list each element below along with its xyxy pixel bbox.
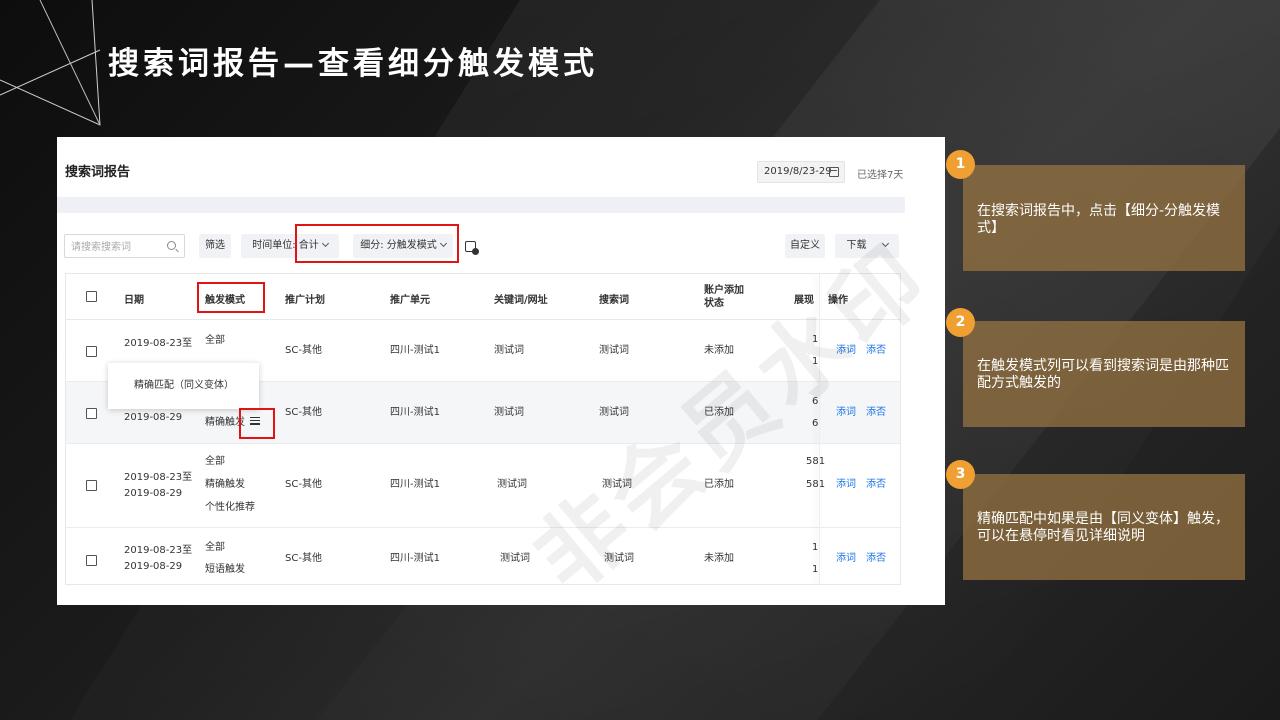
date-range-picker[interactable]: 2019/8/23-29 — [757, 161, 845, 183]
col-unit: 推广单元 — [390, 295, 430, 306]
col-account-status: 账户添加状态 — [704, 285, 744, 309]
add-negative-link[interactable]: 添否 — [866, 343, 886, 359]
download-dropdown[interactable]: 下载 — [835, 234, 899, 258]
row-date: 2019-08-29 — [124, 412, 183, 423]
custom-columns-button[interactable]: 自定义 — [785, 234, 825, 258]
row-impressions: 1 — [812, 542, 819, 553]
step-text: 在搜索词报告中，点击【细分-分触发模式】 — [977, 203, 1221, 236]
table-row: 2019-08-23至 2019-08-29 全部 短语触发 SC-其他 四川-… — [66, 528, 900, 584]
search-input[interactable] — [65, 236, 160, 259]
row-checkbox[interactable] — [86, 346, 97, 357]
row-impressions: 1 — [812, 564, 819, 575]
row-impressions: 1 — [812, 334, 819, 345]
filter-button-label: 筛选 — [205, 240, 225, 251]
report-table: 日期 触发模式 推广计划 推广单元 关键词/网址 搜索词 账户添加状态 展现 操… — [65, 273, 901, 585]
step-badge: 3 — [946, 460, 975, 489]
row-date: 2019-08-23至 2019-08-29 — [124, 545, 193, 572]
row-status: 未添加 — [704, 345, 734, 356]
row-search-term: 测试词 — [599, 407, 629, 418]
row-trigger-mode: 全部 — [205, 456, 225, 467]
report-screenshot: 搜索词报告 2019/8/23-29 已选择7天 筛选 时间单位: 合计 细分:… — [57, 137, 945, 605]
chevron-down-icon — [881, 239, 889, 248]
add-negative-link[interactable]: 添否 — [866, 405, 886, 421]
report-title: 搜索词报告 — [65, 165, 131, 180]
add-keyword-link[interactable]: 添词 — [836, 405, 856, 421]
select-all-checkbox[interactable] — [86, 291, 97, 302]
add-keyword-link[interactable]: 添词 — [836, 477, 856, 493]
calendar-icon — [829, 167, 839, 177]
col-impressions: 展现 — [794, 295, 814, 306]
row-unit: 四川-测试1 — [390, 479, 440, 490]
row-unit: 四川-测试1 — [390, 553, 440, 564]
row-date: 2019-08-23至 2019-08-29 — [124, 472, 193, 499]
col-actions: 操作 — [828, 295, 848, 306]
add-keyword-link[interactable]: 添词 — [836, 551, 856, 567]
row-unit: 四川-测试1 — [390, 345, 440, 356]
row-impressions: 1 — [812, 356, 819, 367]
row-unit: 四川-测试1 — [390, 407, 440, 418]
row-keyword: 测试词 — [497, 479, 527, 490]
table-row: 2019-08-23至 2019-08-29 全部 精确触发 个性化推荐 SC-… — [66, 444, 900, 528]
row-plan: SC-其他 — [285, 407, 322, 418]
row-plan: SC-其他 — [285, 479, 322, 490]
search-icon[interactable] — [167, 241, 176, 250]
highlight-box — [239, 408, 275, 439]
step-badge: 1 — [946, 150, 975, 179]
step-badge: 2 — [946, 308, 975, 337]
search-box[interactable] — [64, 234, 185, 259]
trigger-tooltip: 精确匹配（同义变体） — [108, 363, 259, 409]
row-keyword: 测试词 — [494, 407, 524, 418]
fixed-column-divider — [819, 274, 820, 584]
row-trigger-mode: 全部 — [205, 335, 225, 346]
col-plan: 推广计划 — [285, 295, 325, 306]
step-card: 在搜索词报告中，点击【细分-分触发模式】 — [963, 165, 1245, 271]
highlight-box — [295, 224, 459, 263]
step-card: 精确匹配中如果是由【同义变体】触发，可以在悬停时看见详细说明 — [963, 474, 1245, 580]
row-trigger-mode: 全部 — [205, 542, 225, 553]
row-date: 2019-08-23至 — [124, 338, 193, 349]
custom-columns-label: 自定义 — [790, 240, 820, 251]
row-keyword: 测试词 — [494, 345, 524, 356]
divider-band — [57, 197, 905, 213]
row-status: 已添加 — [704, 479, 734, 490]
add-keyword-link[interactable]: 添词 — [836, 343, 856, 359]
slide-title: 搜索词报告—查看细分触发模式 — [108, 46, 598, 82]
row-checkbox[interactable] — [86, 408, 97, 419]
row-impressions: 581 — [806, 456, 826, 467]
step-text: 在触发模式列可以看到搜索词是由那种匹配方式触发的 — [977, 358, 1229, 391]
add-negative-link[interactable]: 添否 — [866, 551, 886, 567]
add-negative-link[interactable]: 添否 — [866, 477, 886, 493]
row-impressions: 6 — [812, 396, 819, 407]
row-trigger-mode: 精确触发 — [205, 479, 245, 490]
row-checkbox[interactable] — [86, 480, 97, 491]
row-search-term: 测试词 — [604, 553, 634, 564]
row-trigger-mode: 个性化推荐 — [205, 502, 255, 513]
row-status: 未添加 — [704, 553, 734, 564]
row-trigger-mode: 短语触发 — [205, 564, 245, 575]
col-search-term: 搜索词 — [599, 295, 629, 306]
row-search-term: 测试词 — [599, 345, 629, 356]
row-search-term: 测试词 — [602, 479, 632, 490]
row-status: 已添加 — [704, 407, 734, 418]
step-text: 精确匹配中如果是由【同义变体】触发，可以在悬停时看见详细说明 — [977, 511, 1229, 544]
highlight-box — [197, 282, 265, 313]
download-label: 下载 — [846, 240, 867, 251]
selected-days-label: 已选择7天 — [857, 170, 904, 181]
row-impressions: 6 — [812, 418, 819, 429]
row-keyword: 测试词 — [500, 553, 530, 564]
table-header: 日期 触发模式 推广计划 推广单元 关键词/网址 搜索词 账户添加状态 展现 操… — [66, 274, 900, 320]
row-impressions: 581 — [806, 479, 826, 490]
date-range-text: 2019/8/23-29 — [764, 166, 832, 177]
row-plan: SC-其他 — [285, 553, 322, 564]
col-date: 日期 — [124, 295, 144, 306]
step-card: 在触发模式列可以看到搜索词是由那种匹配方式触发的 — [963, 321, 1245, 427]
row-plan: SC-其他 — [285, 345, 322, 356]
filter-button[interactable]: 筛选 — [199, 234, 231, 258]
help-icon[interactable] — [465, 241, 479, 255]
row-checkbox[interactable] — [86, 555, 97, 566]
col-keyword-url: 关键词/网址 — [494, 295, 548, 306]
